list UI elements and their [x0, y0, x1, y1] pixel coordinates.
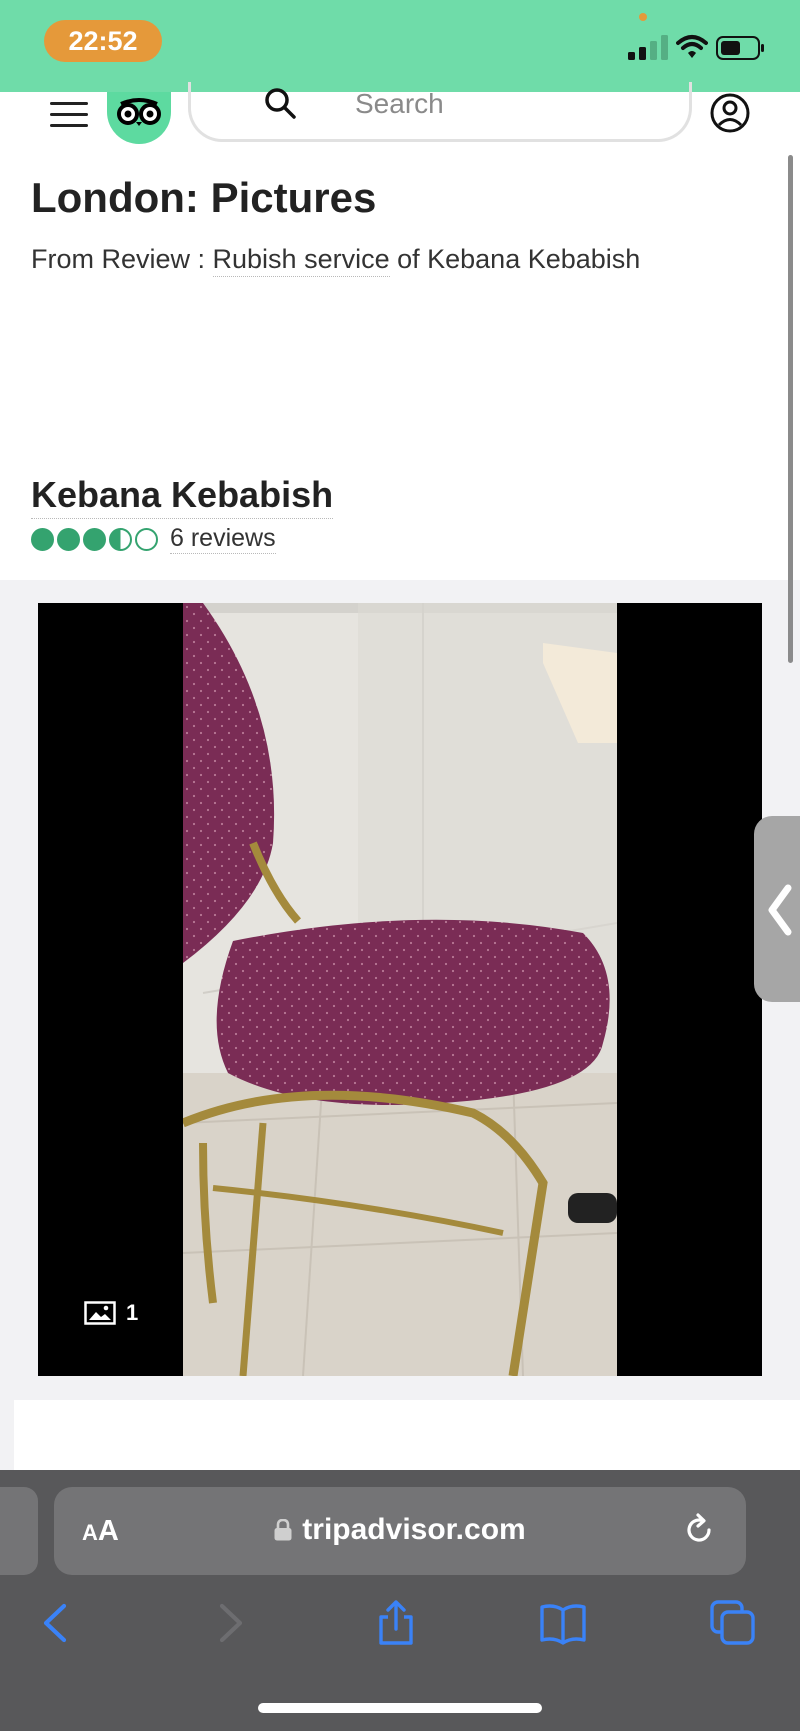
url-text: tripadvisor.com [302, 1513, 526, 1546]
chair-photo-image [183, 603, 617, 1376]
from-review-prefix: From Review : [31, 244, 213, 274]
home-indicator[interactable] [258, 1703, 542, 1713]
image-icon [84, 1301, 116, 1325]
side-panel-tab[interactable] [754, 816, 800, 1002]
user-account-icon[interactable] [709, 92, 751, 134]
search-placeholder: Search [355, 88, 444, 119]
from-review-line: From Review : Rubish service of Kebana K… [31, 244, 641, 277]
chevron-left-icon [768, 884, 792, 936]
wifi-icon [676, 35, 708, 58]
photo-count-value: 1 [126, 1300, 139, 1325]
privacy-indicator-dot [639, 13, 647, 21]
rating-bubble-full [31, 527, 54, 551]
tabs-icon[interactable] [710, 1600, 756, 1646]
rating-bubble-half [109, 527, 132, 551]
page: 22:52 Search London: Pictures From Revie… [0, 0, 800, 1731]
review-photo[interactable]: 1 [38, 603, 762, 1376]
content-card [14, 1400, 800, 1470]
page-title: London: Pictures [31, 174, 377, 221]
bookmarks-icon[interactable] [540, 1600, 586, 1646]
rating-row[interactable]: 6 reviews [31, 524, 276, 554]
previous-tab-preview[interactable] [0, 1487, 38, 1575]
back-icon[interactable] [34, 1600, 80, 1646]
rating-bubble-empty [135, 527, 158, 551]
review-title-link[interactable]: Rubish service [212, 244, 390, 277]
share-icon[interactable] [373, 1600, 419, 1646]
status-bar: 22:52 [0, 0, 800, 92]
battery-icon [716, 36, 764, 60]
tripadvisor-owl-logo[interactable] [107, 92, 171, 144]
page-scrollbar[interactable] [788, 155, 793, 663]
photo-count: 1 [84, 1300, 138, 1326]
url-display: tripadvisor.com [54, 1513, 746, 1547]
forward-icon[interactable] [206, 1600, 252, 1646]
site-header: Search [0, 82, 800, 162]
lock-icon [274, 1519, 292, 1541]
address-bar[interactable]: AA tripadvisor.com [54, 1487, 746, 1575]
restaurant-name-link[interactable]: Kebana Kebabish [31, 474, 334, 519]
status-time: 22:52 [44, 20, 162, 62]
search-icon [265, 88, 296, 119]
rating-bubble-full [83, 527, 106, 551]
reload-icon[interactable] [682, 1513, 716, 1547]
reviews-count-link[interactable]: 6 reviews [170, 524, 276, 554]
from-review-suffix: of Kebana Kebabish [389, 244, 641, 274]
cellular-signal-icon [628, 35, 668, 60]
search-input[interactable]: Search [188, 82, 692, 142]
rating-bubble-full [57, 527, 80, 551]
hamburger-menu-icon[interactable] [50, 102, 88, 130]
